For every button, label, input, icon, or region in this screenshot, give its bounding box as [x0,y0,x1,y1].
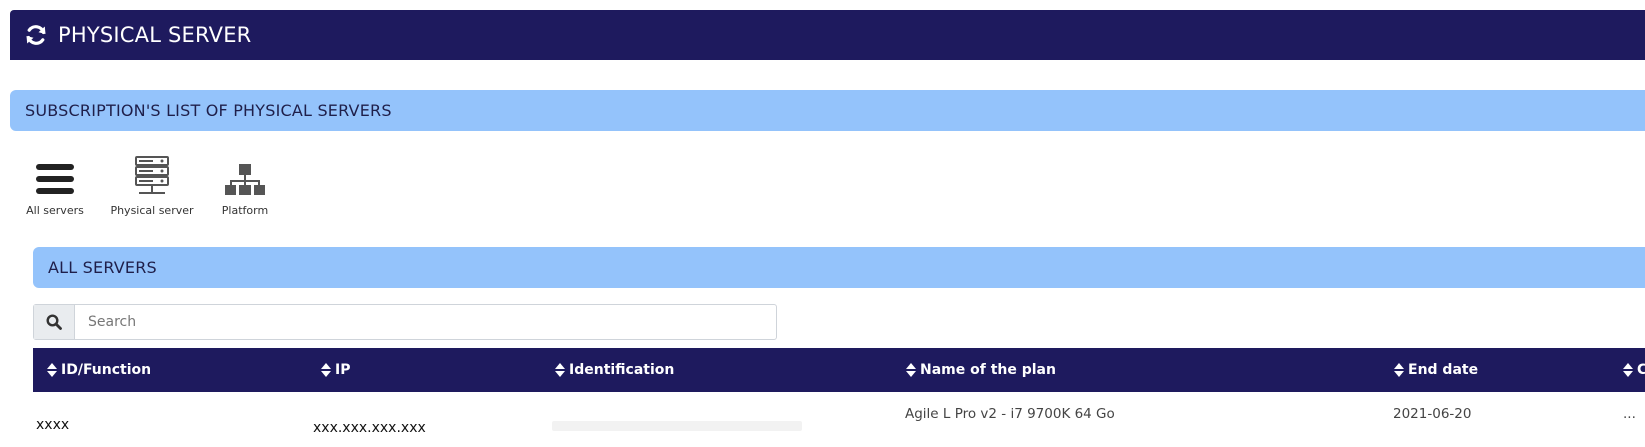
column-header-ip[interactable]: IP [321,348,350,392]
list-icon [36,164,74,194]
filter-label: Platform [221,204,269,217]
search-icon [46,314,62,330]
column-header-label: ID/Function [61,362,152,378]
column-header-truncated[interactable]: C [1623,348,1645,392]
subscription-section-title: SUBSCRIPTION'S LIST OF PHYSICAL SERVERS [25,101,392,120]
sort-icon [1394,363,1404,377]
all-servers-section-title: ALL SERVERS [48,258,157,277]
filter-label: All servers [26,204,84,217]
column-header-label: C [1637,362,1645,378]
filter-label: Physical server [110,204,194,217]
sort-icon [1623,363,1633,377]
search-addon [34,305,75,339]
column-header-id-function[interactable]: ID/Function [47,348,151,392]
sort-icon [321,363,331,377]
cell-truncated: ... [1623,406,1636,422]
subscription-section-header: SUBSCRIPTION'S LIST OF PHYSICAL SERVERS [10,90,1645,131]
all-servers-section-header: ALL SERVERS [33,247,1645,288]
table-header: ID/Function IP Identification Name of th… [33,348,1645,392]
refresh-icon[interactable] [24,23,48,47]
column-header-identification[interactable]: Identification [555,348,674,392]
search-box [33,304,777,340]
sort-icon [906,363,916,377]
column-header-plan-name[interactable]: Name of the plan [906,348,1056,392]
column-header-label: Name of the plan [920,362,1056,378]
sort-icon [47,363,57,377]
column-header-label: Identification [569,362,675,378]
filter-all-servers[interactable]: All servers [24,152,86,217]
column-header-end-date[interactable]: End date [1394,348,1478,392]
search-input[interactable] [75,305,776,339]
page-header: PHYSICAL SERVER [10,10,1645,60]
filter-physical-server[interactable]: Physical server [108,152,196,217]
cell-end-date: 2021-06-20 [1393,406,1472,422]
network-icon [225,164,265,195]
cell-id-function: xxxx [36,417,70,433]
sort-icon [555,363,565,377]
filter-platform[interactable]: Platform [218,152,272,217]
server-rack-icon [135,156,169,194]
page-title: PHYSICAL SERVER [58,23,252,47]
cell-ip: xxx.xxx.xxx.xxx [313,420,426,436]
cell-plan-name: Agile L Pro v2 - i7 9700K 64 Go [905,406,1115,422]
cell-identification [552,421,802,431]
column-header-label: IP [335,362,351,378]
column-header-label: End date [1408,362,1479,378]
